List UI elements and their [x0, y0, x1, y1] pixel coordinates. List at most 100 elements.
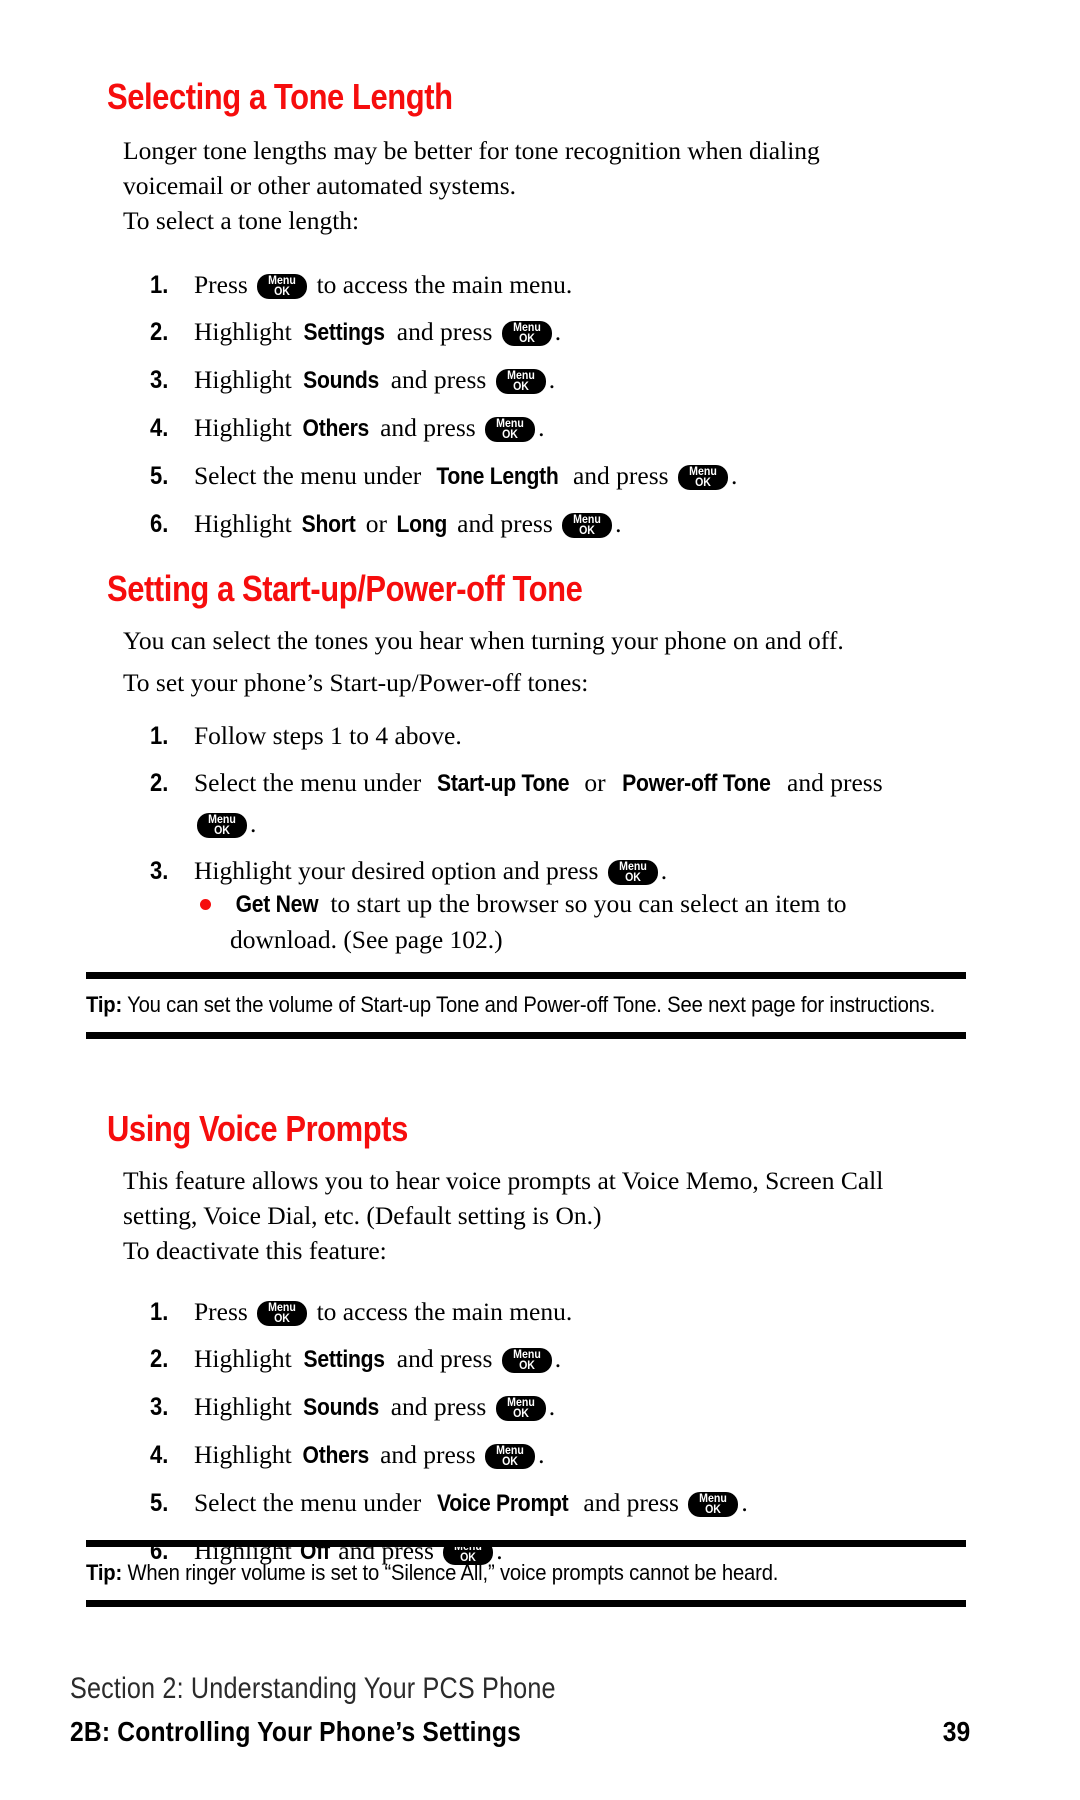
section-heading-container-3: Using Voice Prompts: [0, 1108, 457, 1150]
step-text: Follow steps 1 to 4 above.: [194, 721, 462, 750]
step-number: 1.: [150, 1298, 169, 1326]
tip-box-1: Tip: You can set the volume of Start-up …: [86, 972, 966, 1039]
step-text: Select the menu under Tone Length and pr…: [194, 461, 737, 490]
menu-ok-key-icon: Menu OK: [677, 465, 728, 490]
step-text: Highlight Settings and press Menu OK.: [194, 317, 561, 346]
footer-chapter-row: 2B: Controlling Your Phone’s Settings 39: [70, 1716, 970, 1748]
step-item: 1. Press Menu OK to access the main menu.: [150, 265, 910, 305]
ui-term: Settings: [303, 1346, 385, 1373]
page-footer: Section 2: Understanding Your PCS Phone …: [70, 1672, 970, 1748]
menu-ok-key-line2: OK: [502, 1456, 518, 1468]
intro-paragraph-3: This feature allows you to hear voice pr…: [123, 1166, 884, 1230]
menu-ok-key-icon: Menu OK: [485, 1444, 536, 1469]
step-item: 2. Highlight Settings and press Menu OK.: [150, 312, 910, 353]
menu-ok-key-icon: Menu OK: [485, 417, 536, 442]
menu-ok-key-line2: OK: [512, 1408, 529, 1420]
step-text: Highlight Others and press Menu OK.: [194, 413, 544, 442]
page-number: 39: [942, 1716, 970, 1747]
step-number: 4.: [150, 414, 169, 442]
step-item: 3. Highlight Sounds and press Menu OK.: [150, 1387, 910, 1428]
menu-ok-key-line2: OK: [695, 477, 711, 489]
ui-term: Voice Prompt: [436, 1490, 569, 1517]
lead-in-1: To select a tone length:: [123, 206, 360, 235]
step-number: 2.: [150, 318, 169, 346]
step-item: 6. Highlight Short or Long and press Menu…: [150, 504, 910, 545]
step-item: 2. Highlight Settings and press Menu OK.: [150, 1339, 910, 1380]
step-item: 4. Highlight Others and press Menu OK.: [150, 1435, 910, 1476]
tip-label-2: Tip:: [86, 1560, 123, 1585]
ui-term: Long: [396, 511, 448, 538]
ui-term: Others: [302, 415, 370, 442]
step-number: 5.: [150, 462, 169, 490]
bullet-list-2: Get New to start up the browser so you c…: [150, 886, 910, 957]
ui-term: Settings: [303, 319, 385, 346]
step-text: Press Menu OK to access the main menu.: [194, 270, 573, 299]
step-number: 3.: [150, 366, 169, 394]
menu-ok-key-line2: OK: [214, 825, 230, 837]
menu-ok-key-icon: Menu OK: [197, 813, 247, 838]
step-text: Press Menu OK to access the main menu.: [194, 1297, 573, 1326]
step-list-3: 1. Press Menu OK to access the main menu. 2…: [150, 1292, 910, 1579]
page-title-using-voice-prompts: Using Voice Prompts: [107, 1108, 408, 1149]
step-list-2: 1. Follow steps 1 to 4 above. 2. Select the…: [150, 716, 910, 898]
step-text: Highlight Others and press Menu OK.: [194, 1440, 544, 1469]
page-title-setting-a-startup-poweroff-tone: Setting a Start-up/Power-off Tone: [107, 568, 583, 609]
bullet-item: Get New to start up the browser so you c…: [194, 886, 910, 957]
step-number: 5.: [150, 1489, 169, 1517]
lead-in-3: To deactivate this feature:: [123, 1236, 387, 1265]
tip-text-2: Tip: When ringer volume is set to “Silen…: [86, 1556, 965, 1589]
bullet-text: Get New to start up the browser so you c…: [230, 889, 847, 954]
menu-ok-key-icon: Menu OK: [495, 1396, 546, 1421]
step-text: Highlight Sounds and press Menu OK.: [194, 365, 555, 394]
red-bullet-icon: [200, 899, 211, 910]
tip-text-1: Tip: You can set the volume of Start-up …: [86, 988, 965, 1021]
tip-body-1: You can set the volume of Start-up Tone …: [122, 992, 936, 1017]
step-item: 1. Press Menu OK to access the main menu.: [150, 1292, 910, 1332]
step-item: 5. Select the menu under Tone Length and …: [150, 456, 910, 497]
page-title-selecting-a-tone-length: Selecting a Tone Length: [107, 76, 453, 117]
step-item: 1. Follow steps 1 to 4 above.: [150, 716, 910, 756]
step-text: Highlight your desired option and press …: [194, 856, 668, 885]
ui-term: Sounds: [303, 367, 380, 394]
menu-ok-key-icon: Menu OK: [688, 1492, 739, 1517]
section-heading-container-1: Selecting a Tone Length: [0, 76, 509, 118]
step-item: 5. Select the menu under Voice Prompt and…: [150, 1483, 910, 1524]
menu-ok-key-line2: OK: [518, 1360, 535, 1372]
menu-ok-key-icon: Menu OK: [562, 513, 613, 538]
step-item: 2. Select the menu under Start-up Tone or…: [150, 763, 910, 844]
step-item: 4. Highlight Others and press Menu OK.: [150, 408, 910, 449]
ui-term: Power-off Tone: [622, 770, 771, 797]
step-list-1: 1. Press Menu OK to access the main menu. 2…: [150, 265, 910, 552]
menu-ok-key-icon: Menu OK: [607, 860, 658, 885]
menu-ok-key-line2: OK: [274, 286, 291, 298]
ui-term: Short: [301, 511, 356, 538]
step-text: Select the menu under Start-up Tone or P…: [194, 768, 883, 838]
ui-term: Start-up Tone: [436, 770, 570, 797]
footer-chapter-line: 2B: Controlling Your Phone’s Settings: [70, 1716, 521, 1747]
step-item: 3. Highlight Sounds and press Menu OK.: [150, 360, 910, 401]
step-number: 1.: [150, 722, 169, 750]
ui-term: Tone Length: [436, 463, 559, 490]
step-number: 2.: [150, 1345, 169, 1373]
menu-ok-key-icon: Menu OK: [501, 321, 552, 346]
step-text: Select the menu under Voice Prompt and p…: [194, 1488, 748, 1517]
step-number: 6.: [150, 510, 169, 538]
menu-ok-key-line2: OK: [624, 872, 641, 884]
menu-ok-key-line2: OK: [512, 381, 529, 393]
step-number: 3.: [150, 857, 169, 885]
lead-in-2: To set your phone’s Start-up/Power-off t…: [123, 668, 589, 697]
tip-label-1: Tip:: [86, 992, 123, 1017]
ui-term: Get New: [235, 891, 319, 918]
menu-ok-key-icon: Menu OK: [257, 274, 308, 299]
menu-ok-key-icon: Menu OK: [501, 1348, 552, 1373]
manual-page: Selecting a Tone Length Longer tone leng…: [0, 0, 1080, 1800]
step-text: Highlight Short or Long and press Menu OK…: [194, 509, 622, 538]
menu-ok-key-line2: OK: [502, 429, 518, 441]
step-item: 3. Highlight your desired option and pres…: [150, 851, 910, 891]
step-number: 2.: [150, 769, 169, 797]
menu-ok-key-line2: OK: [274, 1313, 291, 1325]
intro-paragraph-1: Longer tone lengths may be better for to…: [123, 136, 820, 200]
ui-term: Sounds: [303, 1394, 380, 1421]
tip-box-2: Tip: When ringer volume is set to “Silen…: [86, 1540, 966, 1607]
step-text: Highlight Settings and press Menu OK.: [194, 1344, 561, 1373]
